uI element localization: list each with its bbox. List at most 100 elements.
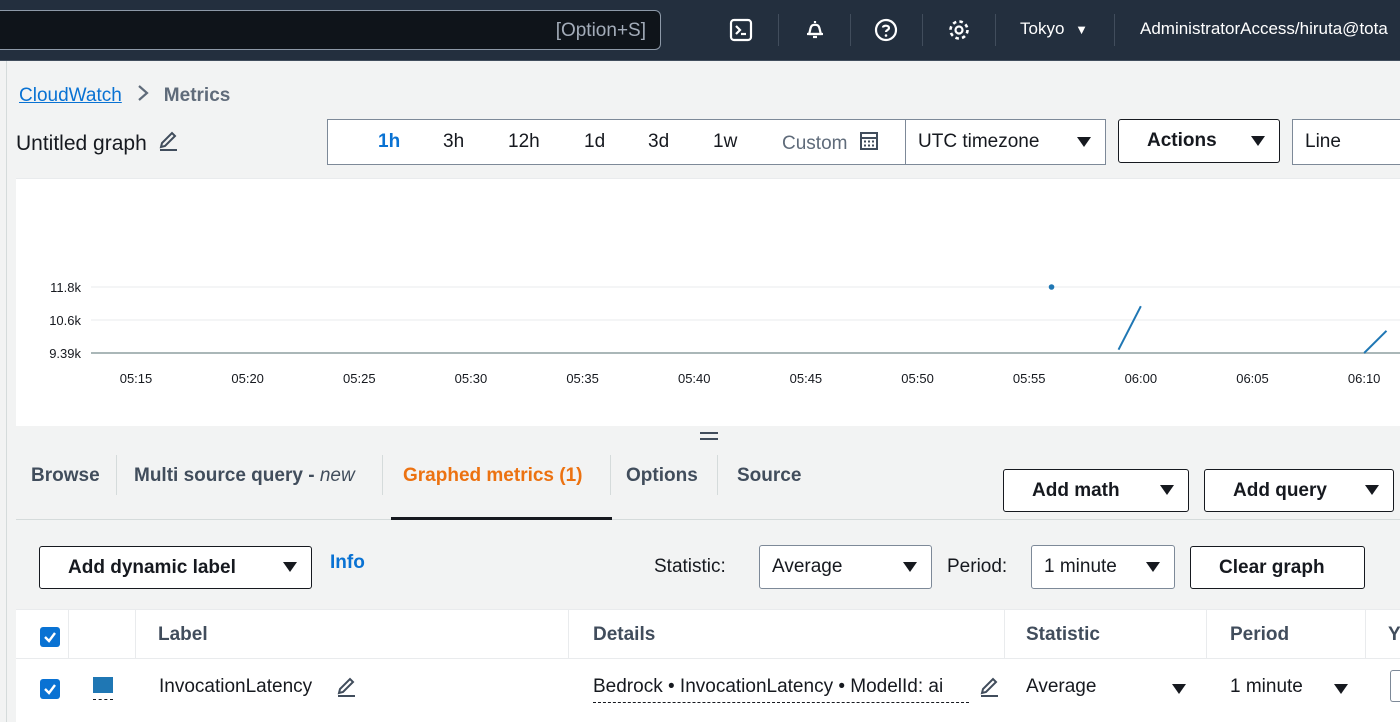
bell-icon[interactable] <box>802 17 828 43</box>
caret-down-icon <box>1251 136 1265 146</box>
tab-multi-source-query[interactable]: Multi source query - new <box>134 465 355 487</box>
clear-graph-label: Clear graph <box>1219 556 1325 578</box>
pencil-icon[interactable] <box>157 130 179 158</box>
add-query-button[interactable]: Add query <box>1204 469 1394 512</box>
series-color-swatch[interactable] <box>93 677 113 693</box>
breadcrumb: CloudWatch Metrics <box>19 84 230 108</box>
actions-label: Actions <box>1147 130 1217 151</box>
cloudshell-icon[interactable] <box>728 17 754 43</box>
check-icon <box>44 632 56 643</box>
x-tick-label: 05:45 <box>790 371 823 386</box>
x-tick-label: 05:30 <box>455 371 488 386</box>
gear-icon[interactable] <box>946 17 972 43</box>
timezone-value: UTC timezone <box>918 131 1040 152</box>
caret-down-icon <box>1365 485 1379 495</box>
chart-type-select[interactable]: Line <box>1292 119 1400 165</box>
series-line-segment <box>1117 305 1142 351</box>
account-label: AdministratorAccess/hiruta@tota <box>1140 19 1388 38</box>
row-period-select[interactable]: 1 minute <box>1230 674 1348 702</box>
account-menu[interactable]: AdministratorAccess/hiruta@tota <box>1140 19 1388 39</box>
x-tick-label: 05:20 <box>231 371 264 386</box>
time-range-3h[interactable]: 3h <box>443 131 464 153</box>
row-statistic-select[interactable]: Average <box>1026 674 1186 702</box>
resize-handle[interactable] <box>700 432 718 442</box>
top-navigation-bar: [Option+S] Tokyo ▼ AdministratorAccess/h… <box>0 0 1400 61</box>
row-checkbox[interactable] <box>40 679 60 699</box>
graph-title-text: Untitled graph <box>16 132 147 155</box>
search-input[interactable]: [Option+S] <box>0 10 661 50</box>
column-header-label[interactable]: Label <box>158 624 208 646</box>
add-query-label: Add query <box>1233 479 1327 501</box>
caret-down-icon <box>1334 684 1348 694</box>
column-header-y-axis[interactable]: Y <box>1388 624 1400 646</box>
x-tick-label: 05:15 <box>120 371 153 386</box>
y-axis-toggle[interactable] <box>1390 670 1400 702</box>
time-range-1w[interactable]: 1w <box>713 131 737 153</box>
actions-button[interactable]: Actions <box>1118 119 1280 163</box>
period-select[interactable]: 1 minute <box>1031 545 1175 589</box>
tab-browse[interactable]: Browse <box>31 465 100 487</box>
edit-details-pencil-icon[interactable] <box>978 676 1000 703</box>
caret-down-icon <box>283 562 297 572</box>
statistic-label: Statistic: <box>654 556 726 577</box>
edit-label-pencil-icon[interactable] <box>335 676 357 703</box>
time-range-12h[interactable]: 12h <box>508 131 540 153</box>
select-all-checkbox[interactable] <box>40 627 60 647</box>
y-tick-label: 10.6k <box>49 313 81 328</box>
metrics-table: Label Details Statistic Period Y Invocat… <box>16 609 1400 722</box>
x-tick-label: 06:10 <box>1348 371 1381 386</box>
statistic-select[interactable]: Average <box>759 545 932 589</box>
period-label: Period: <box>947 556 1008 577</box>
search-shortcut-hint: [Option+S] <box>555 20 646 41</box>
caret-down-icon <box>903 562 917 572</box>
column-header-period[interactable]: Period <box>1230 624 1289 646</box>
x-tick-label: 05:55 <box>1013 371 1046 386</box>
row-label: InvocationLatency <box>159 676 313 697</box>
timezone-select[interactable]: UTC timezone <box>905 119 1106 165</box>
chevron-right-icon <box>136 84 150 108</box>
caret-down-icon <box>1172 684 1186 694</box>
x-tick-label: 06:05 <box>1236 371 1269 386</box>
breadcrumb-cloudwatch[interactable]: CloudWatch <box>19 85 122 107</box>
x-tick-label: 05:25 <box>343 371 376 386</box>
chart-type-value: Line <box>1305 131 1341 152</box>
time-range-custom[interactable]: Custom <box>782 131 879 157</box>
x-tick-label: 05:35 <box>566 371 599 386</box>
region-selector[interactable]: Tokyo ▼ <box>1020 19 1088 39</box>
clear-graph-button[interactable]: Clear graph <box>1190 546 1365 589</box>
caret-down-icon <box>1146 562 1160 572</box>
metrics-chart: 11.8k 10.6k 9.39k 05:15 05:20 05:25 05:30 05:35… <box>49 280 1400 386</box>
chart-panel: 11.8k 10.6k 9.39k 05:15 05:20 05:25 05:30 05:35… <box>16 178 1400 426</box>
tab-options[interactable]: Options <box>626 465 698 487</box>
row-statistic-value: Average <box>1026 676 1097 697</box>
row-period-value: 1 minute <box>1230 676 1303 697</box>
graph-title: Untitled graph <box>16 130 179 158</box>
data-point <box>1048 284 1055 290</box>
time-range-3d[interactable]: 3d <box>648 131 669 153</box>
time-range-selector: 1h 3h 12h 1d 3d 1w Custom <box>327 119 906 165</box>
tab-bar: Browse Multi source query - new Graphed … <box>16 455 1400 520</box>
custom-label: Custom <box>782 133 848 154</box>
time-range-1d[interactable]: 1d <box>584 131 605 153</box>
column-header-statistic[interactable]: Statistic <box>1026 624 1100 646</box>
add-dynamic-label-text: Add dynamic label <box>68 556 236 578</box>
add-math-button[interactable]: Add math <box>1003 469 1189 512</box>
info-link[interactable]: Info <box>330 552 365 574</box>
period-value: 1 minute <box>1044 556 1117 577</box>
tab-multi-source-label: Multi source query - <box>134 465 320 486</box>
caret-down-icon <box>1160 485 1174 495</box>
check-icon <box>44 684 56 695</box>
tab-source[interactable]: Source <box>737 465 801 487</box>
x-tick-label: 05:40 <box>678 371 711 386</box>
calendar-icon <box>859 132 879 156</box>
breadcrumb-metrics: Metrics <box>163 85 231 106</box>
statistic-value: Average <box>772 556 843 577</box>
row-details[interactable]: Bedrock • InvocationLatency • ModelId: a… <box>593 676 969 703</box>
time-range-1h[interactable]: 1h <box>378 131 400 153</box>
add-math-label: Add math <box>1032 479 1120 501</box>
tab-graphed-metrics[interactable]: Graphed metrics (1) <box>403 465 583 487</box>
column-header-details[interactable]: Details <box>593 624 655 646</box>
help-icon[interactable] <box>873 17 899 43</box>
active-tab-indicator <box>391 517 612 520</box>
add-dynamic-label-button[interactable]: Add dynamic label <box>39 546 312 589</box>
